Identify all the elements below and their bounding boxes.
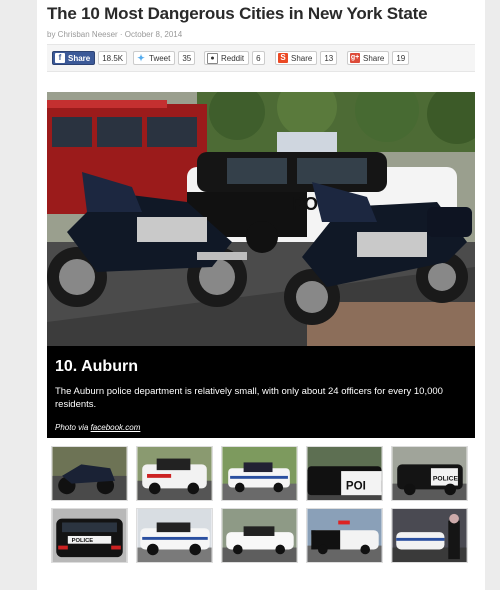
facebook-icon: f [55, 53, 65, 63]
slide-thumbnail[interactable] [221, 446, 298, 501]
slide-thumbnail[interactable] [136, 508, 213, 563]
slide-description: The Auburn police department is relative… [55, 386, 443, 410]
googleplus-share-group: g+ Share 19 [347, 51, 410, 65]
photo-credit-prefix: Photo via [55, 423, 91, 432]
reddit-share-button[interactable]: ● Reddit [204, 51, 250, 65]
stumbleupon-icon: S [278, 53, 288, 63]
facebook-share-count: 18.5K [98, 51, 128, 65]
reddit-count: 6 [252, 51, 265, 65]
slide-thumbnail[interactable] [136, 446, 213, 501]
svg-text:POLICE: POLICE [433, 476, 459, 483]
article-title: The 10 Most Dangerous Cities in New York… [47, 4, 428, 23]
slide-thumbnail[interactable]: POLICE [51, 508, 128, 563]
stumbleupon-share-button[interactable]: S Share [275, 51, 318, 65]
facebook-share-group: f Share 18.5K [52, 51, 128, 65]
reddit-label: Reddit [221, 53, 245, 63]
police-motorcycles-photo[interactable]: PO [47, 92, 475, 346]
slide-thumbnail[interactable] [306, 508, 383, 563]
reddit-icon: ● [207, 52, 218, 64]
slide-thumbnail[interactable] [391, 508, 468, 563]
svg-text:POI: POI [346, 480, 366, 492]
twitter-share-group: ✦ Tweet 35 [133, 51, 196, 65]
stumbleupon-count: 13 [320, 51, 338, 65]
slide-thumbnail[interactable]: POLICE [391, 446, 468, 501]
stumbleupon-label: Share [291, 53, 313, 63]
slide-thumbnail[interactable]: POI [306, 446, 383, 501]
stumbleupon-share-group: S Share 13 [275, 51, 338, 65]
photo-credit-link[interactable]: facebook.com [91, 423, 141, 432]
tweet-label: Tweet [149, 53, 171, 63]
tweet-count: 35 [178, 51, 196, 65]
facebook-share-button[interactable]: f Share [52, 51, 96, 65]
reddit-share-group: ● Reddit 6 [204, 51, 265, 65]
svg-text:POLICE: POLICE [72, 538, 94, 544]
article-byline: by Chrisban Neeser · October 8, 2014 [47, 30, 183, 39]
googleplus-count: 19 [392, 51, 410, 65]
slideshow-slide: PO 10. Auburn The Auburn police departme… [47, 92, 475, 438]
slide-thumbnail[interactable] [51, 446, 128, 501]
googleplus-share-button[interactable]: g+ Share [347, 51, 390, 65]
googleplus-icon: g+ [350, 53, 360, 63]
googleplus-label: Share [363, 53, 385, 63]
tweet-button[interactable]: ✦ Tweet [133, 51, 176, 65]
twitter-icon: ✦ [137, 53, 145, 63]
slide-heading: 10. Auburn [55, 358, 138, 375]
share-bar: f Share 18.5K ✦ Tweet 35 ● Reddit 6 S Sh… [47, 44, 475, 72]
slide-thumbnail[interactable] [221, 508, 298, 563]
facebook-share-label: Share [68, 53, 91, 63]
photo-credit: Photo via facebook.com [55, 423, 140, 432]
article-page: The 10 Most Dangerous Cities in New York… [37, 0, 485, 590]
svg-text:PO: PO [292, 194, 318, 214]
